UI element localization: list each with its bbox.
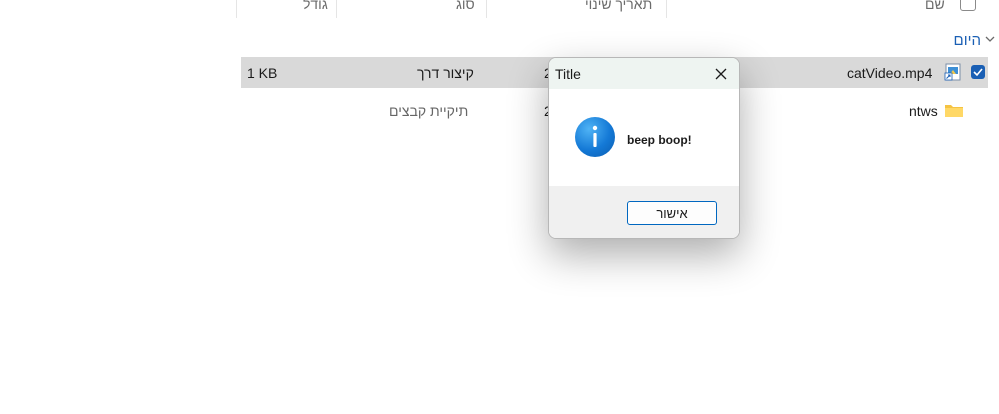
file-size: 1 KB	[247, 65, 278, 81]
column-header-size[interactable]: גודל	[303, 0, 328, 18]
file-name: ntws	[909, 103, 938, 119]
file-name: catVideo.mp4	[847, 65, 933, 81]
ok-button[interactable]: אישור	[627, 201, 717, 225]
file-explorer-view: גודל סוג תאריך שינוי שם היום 1 KB קיצור …	[0, 0, 999, 414]
column-separator[interactable]	[486, 0, 487, 18]
column-separator[interactable]	[336, 0, 337, 18]
checkmark-icon	[973, 68, 983, 77]
select-all-checkbox[interactable]	[960, 0, 976, 11]
column-header-date[interactable]: תאריך שינוי	[585, 0, 652, 18]
column-header-row: גודל סוג תאריך שינוי שם	[0, 0, 999, 18]
file-type: קיצור דרך	[417, 65, 474, 81]
row-checkbox[interactable]	[971, 65, 985, 79]
column-header-name[interactable]: שם	[925, 0, 945, 18]
shortcut-video-icon	[944, 63, 961, 81]
group-header-today[interactable]: היום	[950, 32, 999, 50]
chevron-down-icon	[985, 36, 995, 42]
dialog-footer: אישור	[549, 186, 739, 238]
column-separator[interactable]	[236, 0, 237, 18]
dialog-message: beep boop!	[627, 133, 692, 147]
file-type: תיקיית קבצים	[389, 103, 469, 119]
dialog-title: Title	[555, 66, 581, 82]
close-icon[interactable]	[711, 64, 731, 84]
folder-icon	[945, 105, 963, 117]
message-dialog: Title beep boop! אישור	[548, 57, 740, 239]
info-icon	[575, 117, 615, 157]
column-separator[interactable]	[666, 0, 667, 18]
dialog-body: beep boop!	[549, 89, 739, 186]
dialog-titlebar[interactable]: Title	[549, 58, 739, 89]
group-label: היום	[953, 32, 981, 49]
column-header-type[interactable]: סוג	[456, 0, 475, 18]
